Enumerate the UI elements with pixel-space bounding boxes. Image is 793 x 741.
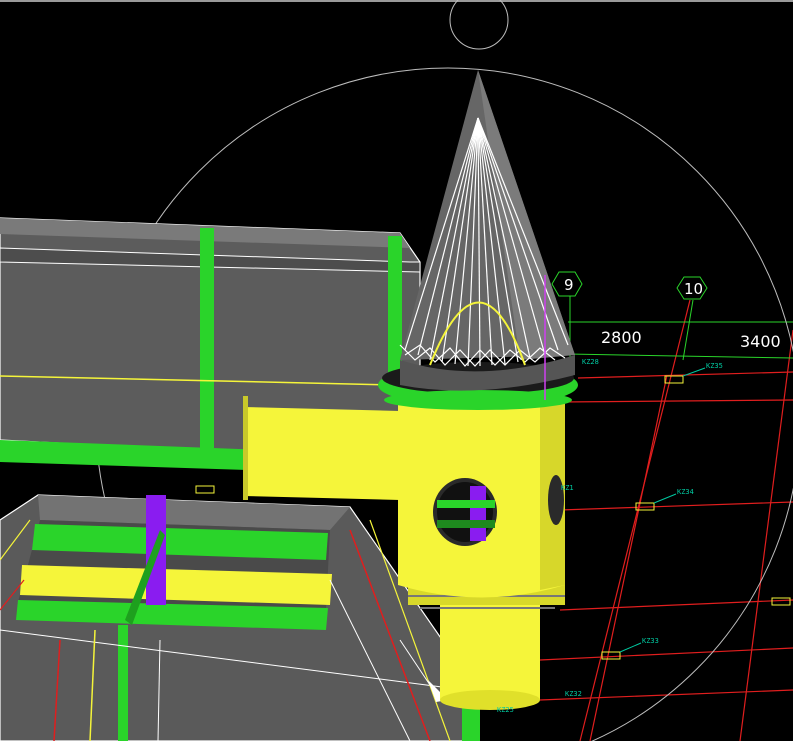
grid-axis-label-9: 9 (564, 276, 574, 294)
tag-kz25: KZ25 (497, 706, 514, 714)
upper-left-beam[interactable] (0, 217, 421, 500)
dimension-label-3400: 3400 (740, 332, 781, 351)
tag-kz33: KZ33 (642, 637, 659, 645)
tag-kz35: KZ35 (706, 362, 723, 370)
tag-kz32: KZ32 (565, 690, 582, 698)
tag-kz1: KZ1 (561, 484, 574, 492)
grid-axis-label-10: 10 (684, 280, 703, 298)
tag-kz34: KZ34 (677, 488, 694, 496)
dimension-label-2800: 2800 (601, 328, 642, 347)
grid-axis-10[interactable]: 10 (676, 276, 708, 300)
3d-model-viewport[interactable]: 9 10 2800 3400 KZ35 KZ34 KZ33 KZ28 KZ32 … (0, 0, 793, 741)
model-scene[interactable]: 9 10 2800 3400 KZ35 KZ34 KZ33 KZ28 KZ32 … (0, 0, 793, 741)
orbit-top-handle[interactable] (449, 0, 509, 50)
tag-kz28: KZ28 (582, 358, 599, 366)
grid-axis-9[interactable]: 9 (551, 271, 583, 297)
